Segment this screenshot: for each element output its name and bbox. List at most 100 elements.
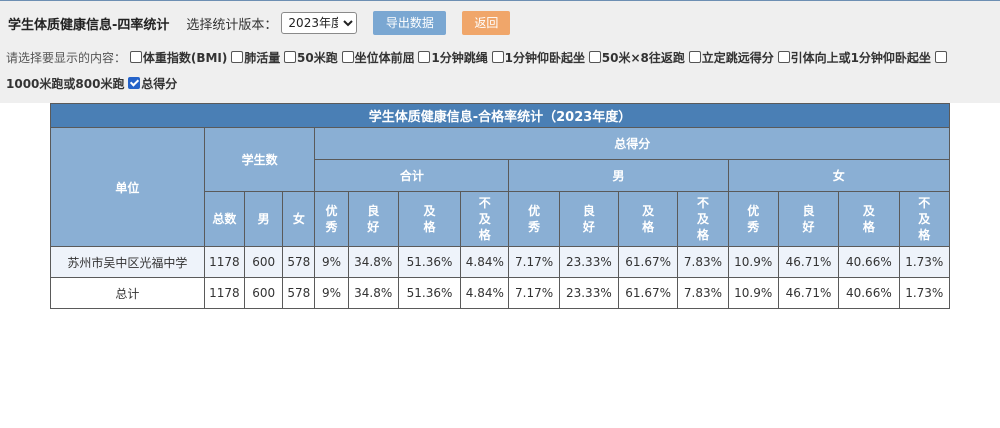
filter-option-label: 引体向上或1分钟仰卧起坐	[790, 51, 931, 65]
table-cell: 46.71%	[777, 277, 840, 309]
table-cell: 578	[282, 246, 316, 278]
table-cell: 23.33%	[558, 246, 620, 278]
export-button[interactable]: 导出数据	[373, 11, 447, 35]
table-cell: 1.73%	[898, 277, 951, 309]
table-cell: 40.66%	[838, 277, 900, 309]
checkbox[interactable]	[129, 51, 142, 63]
checkbox[interactable]	[341, 51, 354, 63]
filter-option[interactable]: 1分钟跳绳	[418, 51, 488, 65]
filter-option-label: 50米×8往返跑	[601, 51, 685, 65]
version-label: 选择统计版本：	[186, 17, 278, 33]
filter-option[interactable]: 立定跳远得分	[688, 51, 774, 65]
header-unit: 单位	[50, 127, 205, 247]
header-grade: 不及格	[677, 191, 729, 247]
table-body: 苏州市吴中区光福中学 1178 600 578 9% 34.8% 51.36% 4.84% 7.…	[50, 246, 951, 309]
table-cell: 61.67%	[618, 277, 679, 309]
checkbox[interactable]	[777, 51, 790, 63]
stats-table: 学生体质健康信息-合格率统计（2023年度） 单位 学生数 总得分 合计 男 女…	[50, 103, 951, 309]
header-grade: 不及格	[898, 191, 951, 247]
header-grade: 优秀	[314, 191, 349, 247]
header-students: 学生数	[203, 127, 316, 192]
table-cell: 23.33%	[558, 277, 620, 309]
back-button[interactable]: 返回	[462, 11, 511, 35]
filter-option-label: 体重指数(BMI)	[142, 51, 228, 65]
filter-option-label: 坐位体前屈	[354, 51, 415, 65]
checkbox[interactable]	[284, 51, 297, 63]
table-cell: 61.67%	[618, 246, 679, 278]
table-cell: 7.83%	[677, 246, 729, 278]
checkbox[interactable]	[418, 51, 431, 63]
checkbox[interactable]	[934, 51, 947, 63]
page-title: 学生体质健康信息-四率统计	[8, 17, 170, 33]
header-grade: 良好	[558, 191, 620, 247]
filter-option-label: 50米跑	[297, 51, 338, 65]
filter-option[interactable]: 1分钟仰卧起坐	[491, 51, 585, 65]
filter-prompt: 请选择要显示的内容：	[6, 51, 127, 65]
header-sub-female: 女	[282, 191, 316, 247]
header-total-score: 总得分	[314, 127, 950, 160]
checkbox[interactable]	[688, 51, 701, 63]
header-group-male: 男	[508, 159, 729, 192]
header-sub-total: 总数	[203, 191, 246, 247]
table-cell: 7.83%	[677, 277, 729, 309]
cell-unit: 苏州市吴中区光福中学	[50, 246, 205, 278]
table-caption: 学生体质健康信息-合格率统计（2023年度）	[50, 103, 950, 128]
header-group-female: 女	[727, 159, 951, 192]
table-cell: 4.84%	[460, 277, 510, 309]
filter-option[interactable]: 肺活量	[231, 51, 280, 65]
table-cell: 10.9%	[727, 246, 779, 278]
filter-option[interactable]: 引体向上或1分钟仰卧起坐	[777, 51, 931, 65]
header-sub-male: 男	[244, 191, 284, 247]
checkbox[interactable]	[588, 51, 601, 63]
table-row: 苏州市吴中区光福中学 1178 600 578 9% 34.8% 51.36% 4.84% 7.…	[50, 246, 951, 278]
table-cell: 1178	[203, 246, 246, 278]
header-grade: 良好	[777, 191, 840, 247]
table-cell: 10.9%	[727, 277, 779, 309]
filter-option[interactable]: 坐位体前屈	[341, 51, 415, 65]
table-cell: 51.36%	[397, 277, 462, 309]
filter-option-label: 1分钟仰卧起坐	[504, 51, 585, 65]
table-cell: 9%	[314, 277, 349, 309]
cell-unit: 总计	[50, 277, 205, 309]
header-grade: 及格	[397, 191, 462, 247]
checkbox[interactable]	[491, 51, 504, 63]
header-grade: 良好	[347, 191, 399, 247]
filter-option[interactable]: 总得分	[128, 77, 177, 91]
table-cell: 40.66%	[838, 246, 900, 278]
table-cell: 7.17%	[508, 246, 560, 278]
filter-option[interactable]: 1000米跑或800米跑	[6, 77, 124, 91]
checkbox[interactable]	[231, 51, 244, 63]
table-cell: 578	[282, 277, 316, 309]
table-cell: 4.84%	[460, 246, 510, 278]
table-cell: 34.8%	[347, 277, 399, 309]
table-cell: 1178	[203, 277, 246, 309]
table-cell: 34.8%	[347, 246, 399, 278]
table-cell: 9%	[314, 246, 349, 278]
filter-option[interactable]: 50米跑	[284, 51, 338, 65]
filter-option[interactable]: 体重指数(BMI)	[129, 51, 228, 65]
header-grade: 优秀	[727, 191, 779, 247]
filter-option[interactable]: 50米×8往返跑	[588, 51, 685, 65]
checkbox-checked[interactable]	[128, 77, 141, 89]
table-cell: 51.36%	[397, 246, 462, 278]
table-cell: 600	[244, 246, 284, 278]
header-grade: 不及格	[460, 191, 510, 247]
table-cell: 7.17%	[508, 277, 560, 309]
header-grade: 及格	[618, 191, 679, 247]
table-cell: 1.73%	[898, 246, 951, 278]
header-group-total: 合计	[314, 159, 510, 192]
filter-option-label: 1000米跑或800米跑	[6, 77, 125, 91]
toolbar: 学生体质健康信息-四率统计 选择统计版本： 2023年度 导出数据 返回 请选择…	[0, 0, 1000, 103]
table-cell: 46.71%	[777, 246, 840, 278]
header-grade: 及格	[838, 191, 900, 247]
table-cell: 600	[244, 277, 284, 309]
filter-options: 请选择要显示的内容： 体重指数(BMI) 肺活量 50米跑 坐位体前屈 1分钟跳…	[6, 45, 996, 97]
version-select[interactable]: 2023年度	[281, 12, 358, 34]
filter-option-label: 1分钟跳绳	[431, 51, 488, 65]
filter-option-label: 总得分	[141, 77, 178, 91]
header-grade: 优秀	[508, 191, 560, 247]
filter-option-label: 立定跳远得分	[701, 51, 774, 65]
filter-option-label: 肺活量	[244, 51, 281, 65]
table-row: 总计 1178 600 578 9% 34.8% 51.36% 4.84% 7.17% 23.33…	[50, 277, 951, 309]
toolbar-row: 学生体质健康信息-四率统计 选择统计版本： 2023年度 导出数据 返回	[8, 10, 511, 36]
